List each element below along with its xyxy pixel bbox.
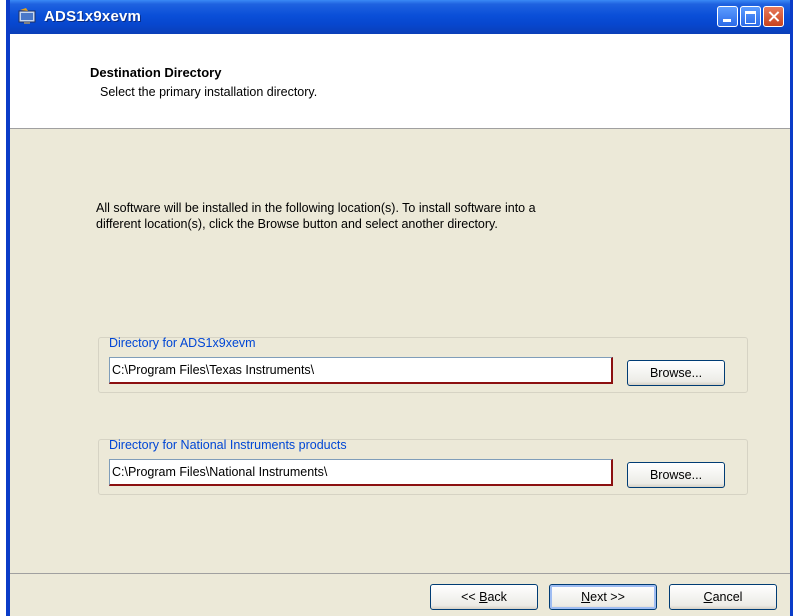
next-button[interactable]: Next >>	[549, 584, 657, 610]
next-accel-key: N	[581, 590, 591, 604]
description-line-1: All software will be installed in the fo…	[96, 201, 536, 215]
ads-directory-input[interactable]: C:\Program Files\Texas Instruments\	[109, 357, 613, 384]
ni-directory-group: Directory for National Instruments produ…	[98, 438, 748, 495]
maximize-button[interactable]	[740, 6, 761, 27]
ni-browse-button[interactable]: Browse...	[627, 462, 725, 488]
ads-directory-label: Directory for ADS1x9xevm	[109, 336, 256, 350]
back-prefix: <<	[461, 590, 480, 604]
cancel-button[interactable]: Cancel	[669, 584, 777, 610]
close-button[interactable]	[763, 6, 784, 27]
next-rest: ext >>	[590, 590, 625, 604]
back-rest: ack	[487, 590, 507, 604]
installer-app-icon	[18, 8, 36, 25]
ni-directory-input[interactable]: C:\Program Files\National Instruments\	[109, 459, 613, 486]
description-line-2: different location(s), click the Browse …	[96, 217, 498, 231]
footer-divider	[10, 573, 790, 574]
header-band: Destination Directory Select the primary…	[10, 34, 790, 129]
ads-browse-button[interactable]: Browse...	[627, 360, 725, 386]
back-button[interactable]: << Back	[430, 584, 538, 610]
ni-directory-label: Directory for National Instruments produ…	[109, 438, 347, 452]
cancel-accel-key: C	[703, 590, 713, 604]
installer-window: ADS1x9xevm Destination Directory Select …	[6, 0, 793, 616]
minimize-button[interactable]	[717, 6, 738, 27]
window-title: ADS1x9xevm	[44, 8, 142, 25]
page-subtitle: Select the primary installation director…	[100, 85, 318, 99]
ads-directory-group: Directory for ADS1x9xevm C:\Program File…	[98, 336, 748, 393]
title-bar[interactable]: ADS1x9xevm	[10, 0, 790, 34]
install-description: All software will be installed in the fo…	[96, 200, 656, 232]
page-title: Destination Directory	[90, 65, 222, 80]
cancel-rest: ancel	[712, 590, 743, 604]
